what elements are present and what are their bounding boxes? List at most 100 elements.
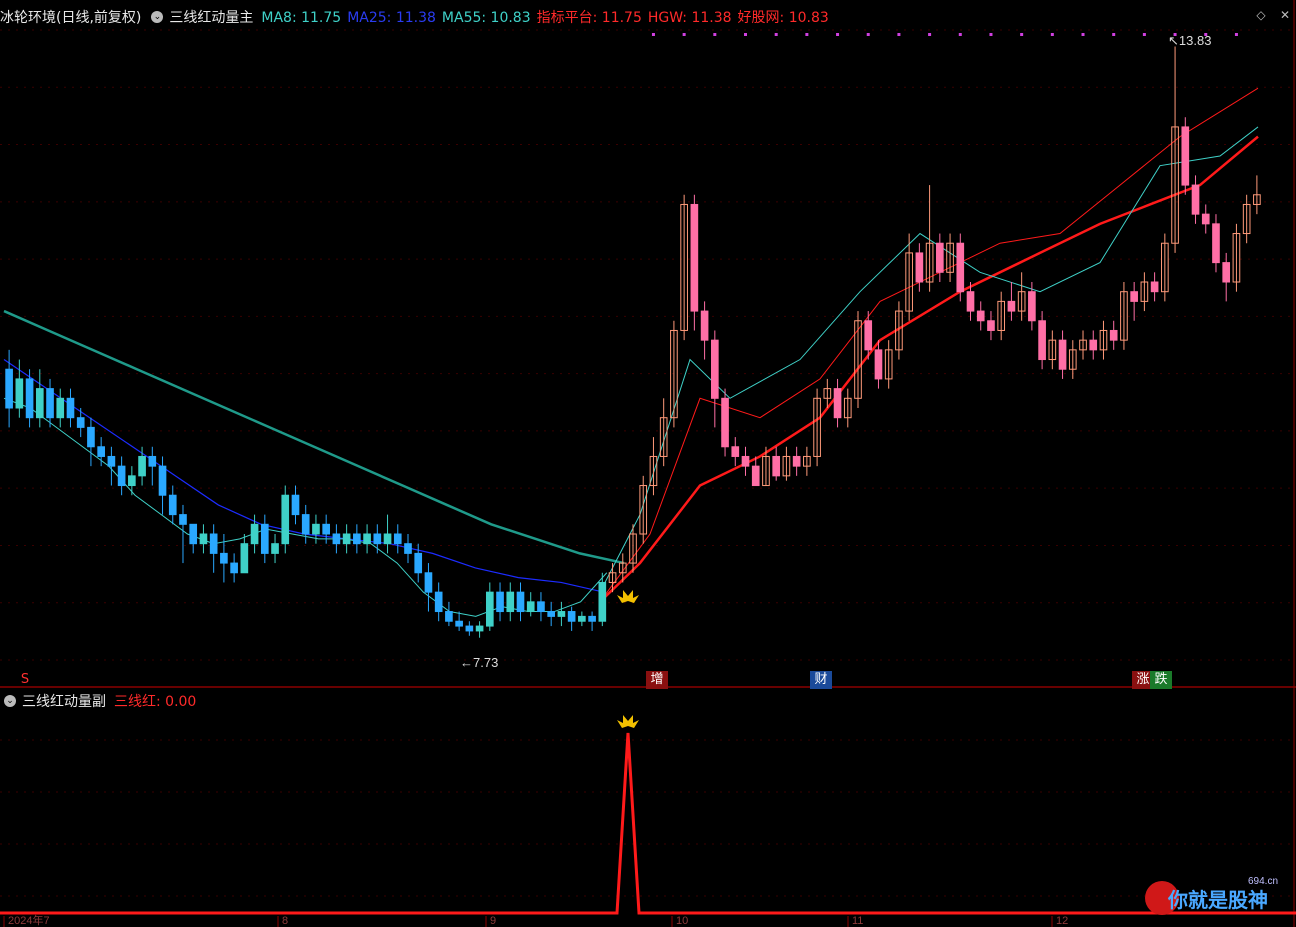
signal-dot [1112,33,1116,36]
candle-body [1201,213,1210,225]
candle-body [168,494,177,516]
signal-dot [744,33,748,36]
candle-body [1150,281,1159,293]
high-price-label: ↖13.83 [1168,33,1211,48]
candle-body [138,455,146,477]
candle-body [107,455,116,467]
candle-body [445,611,453,622]
candle-body [322,523,330,535]
candle-body [731,446,740,457]
signal-marker[interactable]: S [14,671,36,689]
main-chart[interactable]: ↖13.83 ←7.73 [0,0,1296,688]
candle-body [956,242,965,293]
candle-body [751,465,760,487]
signal-dot [836,33,840,36]
breakout-star-icon [617,590,639,603]
sub-star-icon [617,715,639,728]
candle-body [1089,339,1098,351]
sub-chart[interactable]: 2024年7 8 9 10 11 12 [0,688,1296,927]
signal-dot [805,33,809,36]
signal-dot [1020,33,1024,36]
candle-body [516,591,525,613]
x-axis-label: 9 [490,915,496,927]
signal-dot [866,33,870,36]
candle-body [710,339,719,399]
candle-body [915,252,924,283]
x-axis-label: 11 [852,915,863,927]
candle-body [936,242,944,273]
candle-body [987,320,995,331]
candle-body [976,310,985,322]
candle-body [342,533,351,545]
candle-body [117,465,126,487]
candle-body [199,533,208,545]
candle-body [455,620,463,627]
x-axis-label: 10 [676,915,688,927]
candle-body [281,494,290,545]
candle-body [260,523,269,554]
signal-dot [682,33,686,36]
candle-body [66,397,75,419]
candle-body [526,601,535,613]
candle-body [598,581,607,622]
signal-dot [651,33,655,36]
candle-body [537,601,545,613]
candle-body [353,533,361,545]
candle-body [148,455,157,467]
signal-dot [774,33,778,36]
candle-body [1222,262,1231,283]
signal-marker[interactable]: 跌 [1150,671,1172,689]
hgw-line [599,135,1259,603]
signal-dot [1050,33,1054,36]
candle-body [250,523,259,545]
candle-body [1007,300,1016,312]
signal-marker[interactable]: 增 [646,671,668,689]
candle-body [373,533,382,545]
watermark-brand: 你就是股神 [1167,888,1268,912]
low-price-label: ←7.73 [460,655,498,670]
candle-body [1028,291,1036,322]
candle-body [15,378,24,409]
candle-body [46,388,54,419]
ma25-line [3,359,605,593]
x-axis-label: 2024年7 [8,913,50,927]
candle-body [56,397,65,419]
candle-body [393,533,402,545]
candle-body [1130,291,1138,302]
candle-body [1191,184,1200,215]
candle-body [496,591,504,613]
candle-body [833,388,842,419]
candle-body [700,310,709,341]
candle-body [1109,329,1118,341]
candle-body [209,533,218,554]
ma8-line-late [599,126,1259,593]
candle-body [578,615,586,622]
candle-body [87,426,95,448]
candle-body [240,543,249,574]
watermark-url: 694.cn [1248,876,1278,887]
candle-body [567,611,576,622]
candle-body [25,378,34,419]
candle-body [792,455,801,467]
signal-dot [897,33,901,36]
candle-body [1058,339,1067,370]
candle-body [383,533,392,545]
candle-body [220,552,228,564]
platform-line [599,87,1259,603]
candle-body [465,625,474,632]
candle-body [76,417,85,428]
signal-marker[interactable]: 财 [810,671,832,689]
candle-body [301,514,310,535]
candle-body [128,475,136,487]
signal-dot [1081,33,1085,36]
candle-body [35,388,44,419]
candle-body [189,523,198,545]
candle-body [485,591,494,627]
candle-body [721,397,729,448]
candle-body [864,320,873,351]
signal-dot [1142,33,1146,36]
candle-body [158,465,167,496]
candle-body [874,349,883,380]
candle-body [179,514,187,525]
signal-dot [713,33,717,36]
